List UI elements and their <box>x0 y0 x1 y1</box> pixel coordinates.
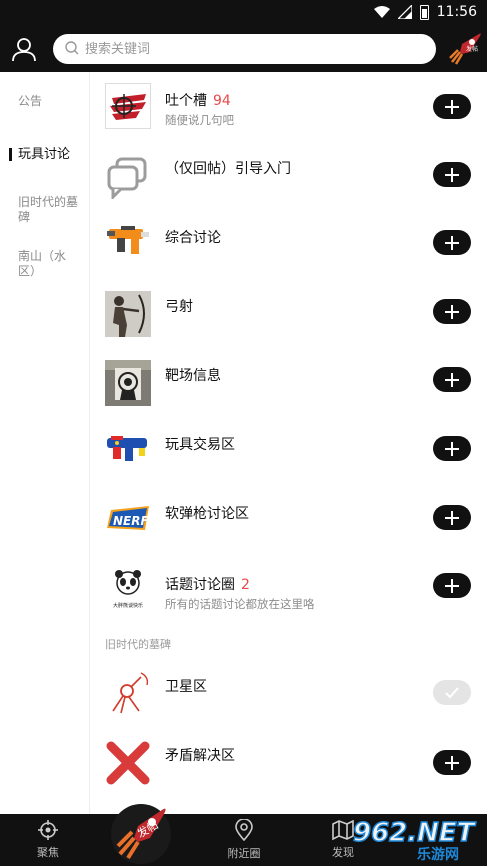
forum-name: 综合讨论 <box>165 230 221 246</box>
blue-blaster-icon <box>105 426 151 472</box>
list-item[interactable]: 卫星区 <box>91 662 487 730</box>
plus-icon <box>445 441 459 456</box>
plus-icon <box>445 510 459 525</box>
tab-label: 附近圈 <box>227 847 261 860</box>
forum-name: 玩具交易区 <box>165 437 235 453</box>
sidebar-item-announcement[interactable]: 公告 <box>18 94 84 109</box>
post-count: 2 <box>241 577 250 593</box>
check-icon <box>445 686 459 698</box>
list-item[interactable]: （仅回帖）引导入门 <box>91 144 487 212</box>
wing-logo-icon <box>105 83 151 129</box>
watermark-logo: 962.NET 乐游网 <box>345 813 485 863</box>
list-item[interactable]: 大胖熊谈快乐 话题讨论圈 2 所有的话题讨论都放在这里咯 <box>91 558 487 626</box>
tab-label: 聚焦 <box>37 846 59 859</box>
forum-desc: 所有的话题讨论都放在这里咯 <box>165 597 315 611</box>
sidebar-item-nanshan[interactable]: 南山（水区） <box>18 249 84 279</box>
plus-icon <box>445 99 459 114</box>
forum-name: （仅回帖）引导入门 <box>165 161 291 177</box>
forum-name: 矛盾解决区 <box>165 748 235 764</box>
plus-icon <box>445 755 459 770</box>
plus-icon <box>445 578 459 593</box>
add-button[interactable] <box>433 750 471 775</box>
satellite-icon <box>105 671 151 717</box>
chat-bubbles-icon <box>105 153 151 199</box>
list-item[interactable]: 玩具交易区 <box>91 420 487 488</box>
plus-icon <box>445 372 459 387</box>
list-item[interactable]: 靶场信息 <box>91 351 487 419</box>
list-item[interactable]: 弓射 <box>91 282 487 350</box>
blaster-icon <box>105 219 151 265</box>
panda-caption: 大胖熊谈快乐 <box>113 602 143 609</box>
location-pin-icon <box>235 819 253 841</box>
add-button[interactable] <box>433 367 471 392</box>
forum-name: 弓射 <box>165 299 193 315</box>
add-button[interactable] <box>433 230 471 255</box>
top-bar: 发帖 <box>0 26 487 72</box>
target-icon <box>105 360 151 406</box>
forum-name: 软弹枪讨论区 <box>165 506 249 522</box>
forum-list: 吐个槽 94 随便说几句吧 （仅回帖）引导入门 综合讨论 弓射 靶场信息 玩具交… <box>91 72 487 814</box>
panda-logo-icon: 大胖熊谈快乐 <box>105 567 151 613</box>
battery-icon <box>419 4 429 20</box>
archer-icon <box>105 291 151 337</box>
rocket-label: 发帖 <box>466 45 478 53</box>
status-bar: 11:56 <box>0 0 487 26</box>
user-icon[interactable] <box>10 35 38 63</box>
nerf-logo-icon: NERF <box>105 498 151 544</box>
add-button[interactable] <box>433 299 471 324</box>
clock: 11:56 <box>436 4 477 20</box>
post-count: 94 <box>213 93 231 109</box>
list-item[interactable]: 吐个槽 94 随便说几句吧 <box>91 74 487 142</box>
joined-check-button[interactable] <box>433 680 471 705</box>
forum-name: 吐个槽 94 <box>165 93 231 109</box>
add-button[interactable] <box>433 436 471 461</box>
list-item[interactable]: 矛盾解决区 <box>91 731 487 799</box>
rocket-icon: 发帖 <box>111 804 171 864</box>
plus-icon <box>445 304 459 319</box>
plus-icon <box>445 167 459 182</box>
sidebar-item-old-tombstone[interactable]: 旧时代的墓碑 <box>18 195 84 225</box>
list-item[interactable]: NERF 软弹枪讨论区 <box>91 489 487 557</box>
list-item[interactable]: 综合讨论 <box>91 213 487 281</box>
add-button[interactable] <box>433 162 471 187</box>
forum-desc: 随便说几句吧 <box>165 113 234 127</box>
post-rocket-button[interactable]: 发帖 <box>446 30 484 68</box>
category-sidebar: 公告 玩具讨论 旧时代的墓碑 南山（水区） <box>0 72 90 814</box>
add-button[interactable] <box>433 505 471 530</box>
section-label: 旧时代的墓碑 <box>105 638 171 651</box>
signal-icon <box>397 5 412 19</box>
watermark-text: 962.NET <box>353 818 477 848</box>
add-button[interactable] <box>433 94 471 119</box>
red-x-icon <box>105 740 151 786</box>
status-icons: 11:56 <box>373 4 477 20</box>
nerf-text: NERF <box>113 514 149 528</box>
sidebar-item-toy-discussion[interactable]: 玩具讨论 <box>9 147 84 162</box>
forum-name: 话题讨论圈 2 <box>165 577 250 593</box>
watermark-sub: 乐游网 <box>417 846 459 863</box>
forum-name: 卫星区 <box>165 679 207 695</box>
forum-name: 靶场信息 <box>165 368 221 384</box>
add-button[interactable] <box>433 573 471 598</box>
tab-focus[interactable]: 聚焦 <box>22 814 74 866</box>
plus-icon <box>445 235 459 250</box>
search-input[interactable] <box>85 34 425 64</box>
search-bar[interactable] <box>53 34 436 64</box>
search-icon <box>65 41 79 55</box>
wifi-icon <box>373 6 390 18</box>
tab-nearby[interactable]: 附近圈 <box>216 814 272 866</box>
crosshair-icon <box>38 820 58 840</box>
post-button[interactable]: 发帖 <box>110 798 172 866</box>
